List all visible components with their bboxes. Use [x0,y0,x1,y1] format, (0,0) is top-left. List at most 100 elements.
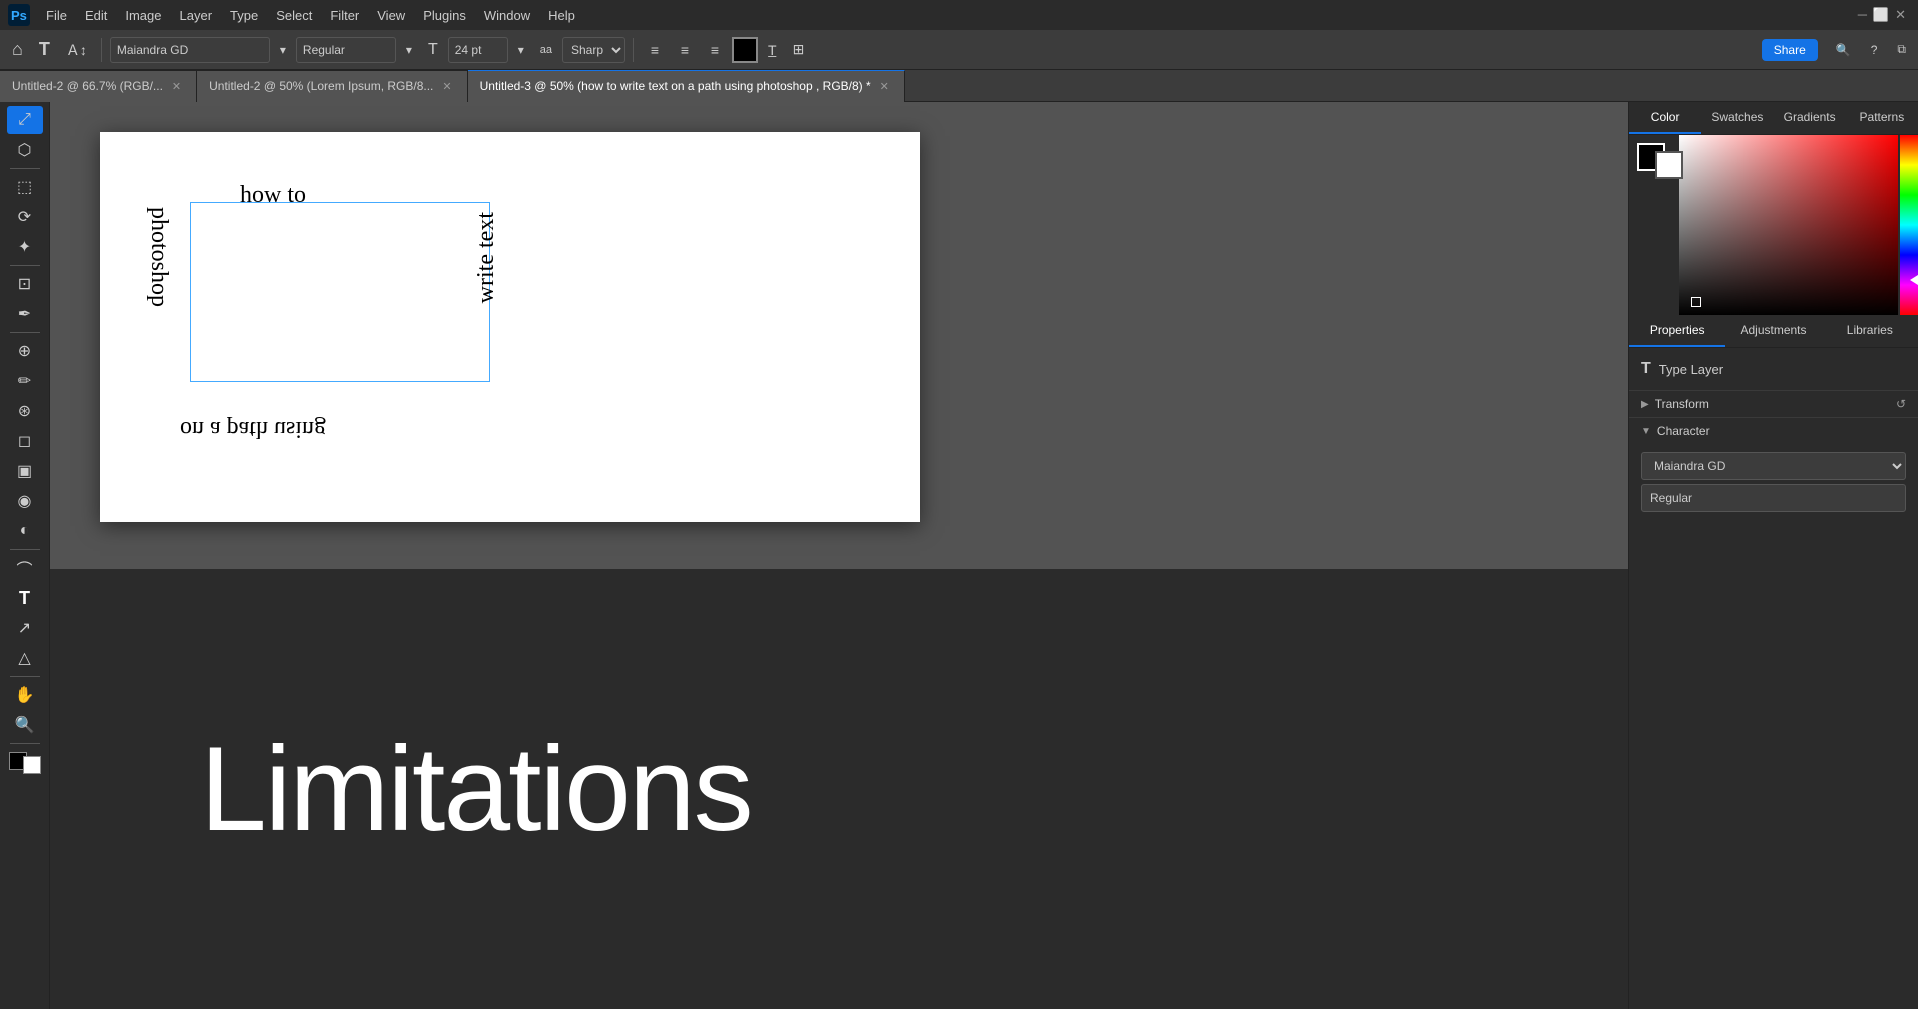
dodge-tool[interactable]: ◐ [7,517,43,545]
menu-view[interactable]: View [369,4,413,27]
color-swatches[interactable] [5,748,45,778]
menu-plugins[interactable]: Plugins [415,4,474,27]
tab-0-close[interactable]: ✕ [169,79,184,94]
text-tool-button[interactable]: T [33,37,56,62]
text-size-button[interactable]: Ａ↕ [60,38,93,62]
share-button[interactable]: Share [1762,39,1818,61]
artboard-tool[interactable]: ⬡ [7,136,43,164]
canvas-wrapper: how to write text on a path using photos… [100,132,920,522]
tools-sep-2 [10,265,40,266]
zoom-tool[interactable]: 🔍 [7,711,43,739]
menu-file[interactable]: File [38,4,75,27]
maximize-icon[interactable]: ⬜ [1873,7,1889,23]
menu-select[interactable]: Select [268,4,320,27]
font-style-dropdown-btn[interactable]: ▾ [400,41,418,59]
select-subject-tool[interactable]: ✦ [7,233,43,261]
minimize-icon[interactable]: ─ [1858,7,1867,23]
hue-bar[interactable] [1900,135,1918,315]
menu-filter[interactable]: Filter [322,4,367,27]
tab-1-close[interactable]: ✕ [439,79,454,94]
align-right-button[interactable]: ≡ [702,37,728,63]
stamp-tool[interactable]: ⊛ [7,397,43,425]
eyedropper-tool[interactable]: ✒ [7,300,43,328]
background-swatch[interactable] [1655,151,1683,179]
type-layer-section: T Type Layer [1629,348,1918,390]
align-left-button[interactable]: ≡ [642,37,668,63]
transform-header-left: ▶ Transform [1641,397,1709,411]
tab-2-close[interactable]: ✕ [877,79,892,94]
search-button[interactable]: 🔍 [1830,40,1857,59]
shape-tool[interactable]: △ [7,644,43,672]
overlay-title: Limitations [200,720,752,858]
text-path-container: how to write text on a path using photos… [160,182,490,432]
transform-section-header[interactable]: ▶ Transform ↺ [1629,390,1918,417]
eraser-tool[interactable]: ◻ [7,427,43,455]
color-tab[interactable]: Color [1629,102,1701,134]
crop-tool[interactable]: ⊡ [7,270,43,298]
antialiasing-select[interactable]: Sharp [562,37,625,63]
font-name-input[interactable] [110,37,270,63]
swatches-tab[interactable]: Swatches [1701,102,1773,134]
text-color-swatch[interactable] [732,37,758,63]
font-size-dropdown-btn[interactable]: ▾ [512,41,530,59]
transform-reset-icon[interactable]: ↺ [1896,397,1906,411]
move-tool[interactable]: ⤢ [7,106,43,134]
tools-sep-6 [10,743,40,744]
tab-2-label: Untitled-3 @ 50% (how to write text on a… [480,79,871,93]
hue-indicator [1910,275,1918,285]
lasso-tool[interactable]: ⟳ [7,203,43,231]
menu-type[interactable]: Type [222,4,266,27]
overlay-section: Limitations [50,569,1628,1009]
patterns-tab[interactable]: Patterns [1846,102,1918,134]
photoshop-logo-icon: Ps [8,4,30,26]
close-icon[interactable]: ✕ [1895,7,1906,23]
main-layout: ⤢ ⬡ ⬚ ⟳ ✦ ⊡ ✒ ⊕ ✏ ⊛ ◻ ▣ ◉ ◐ ⌒ T ↗ △ ✋ 🔍 [0,102,1918,1009]
menu-layer[interactable]: Layer [172,4,221,27]
gradients-tab[interactable]: Gradients [1774,102,1846,134]
menu-window[interactable]: Window [476,4,538,27]
text-tool[interactable]: T [7,584,43,612]
marquee-tool[interactable]: ⬚ [7,173,43,201]
divider-2 [633,38,634,62]
font-dropdown-btn[interactable]: ▾ [274,41,292,59]
menu-image[interactable]: Image [117,4,169,27]
tab-0[interactable]: Untitled-2 @ 66.7% (RGB/... ✕ [0,70,197,102]
font-size-label: T [422,39,444,61]
adjustments-tab[interactable]: Adjustments [1725,315,1821,347]
color-spectrum-container [1629,135,1918,315]
tab-0-label: Untitled-2 @ 66.7% (RGB/... [12,79,163,93]
gradient-tool[interactable]: ▣ [7,457,43,485]
character-panel-button[interactable]: ⊞ [787,39,811,60]
libraries-tab[interactable]: Libraries [1822,315,1918,347]
pen-tool[interactable]: ⌒ [7,554,43,582]
healing-brush-tool[interactable]: ⊕ [7,337,43,365]
path-selection-tool[interactable]: ↗ [7,614,43,642]
background-color[interactable] [23,756,41,774]
brush-tool[interactable]: ✏ [7,367,43,395]
font-size-input[interactable] [448,37,508,63]
align-center-button[interactable]: ≡ [672,37,698,63]
character-font-select[interactable]: Maiandra GD [1641,452,1906,480]
text-bottom: on a path using [180,415,326,442]
font-style-input[interactable] [296,37,396,63]
menu-help[interactable]: Help [540,4,583,27]
properties-tab[interactable]: Properties [1629,315,1725,347]
character-style-input[interactable] [1641,484,1906,512]
tools-panel: ⤢ ⬡ ⬚ ⟳ ✦ ⊡ ✒ ⊕ ✏ ⊛ ◻ ▣ ◉ ◐ ⌒ T ↗ △ ✋ 🔍 [0,102,50,1009]
menu-edit[interactable]: Edit [77,4,115,27]
type-layer-row: T Type Layer [1641,356,1906,382]
toolbar: ⌂ T Ａ↕ ▾ ▾ T ▾ aa Sharp ≡ ≡ ≡ T̲ ⊞ Share… [0,30,1918,70]
character-content: Maiandra GD [1629,444,1918,524]
warp-text-button[interactable]: T̲ [762,40,783,60]
blur-tool[interactable]: ◉ [7,487,43,515]
hand-tool[interactable]: ✋ [7,681,43,709]
spectrum-hue[interactable] [1679,135,1898,315]
tab-1[interactable]: Untitled-2 @ 50% (Lorem Ipsum, RGB/8... … [197,70,467,102]
text-left: photoshop [145,207,172,307]
help-button[interactable]: ? [1865,40,1884,59]
arrange-button[interactable]: ⧉ [1891,40,1912,59]
spectrum-darkness [1679,135,1898,315]
tab-2[interactable]: Untitled-3 @ 50% (how to write text on a… [468,70,905,102]
character-section-header[interactable]: ▼ Character [1629,417,1918,444]
home-button[interactable]: ⌂ [6,37,29,62]
